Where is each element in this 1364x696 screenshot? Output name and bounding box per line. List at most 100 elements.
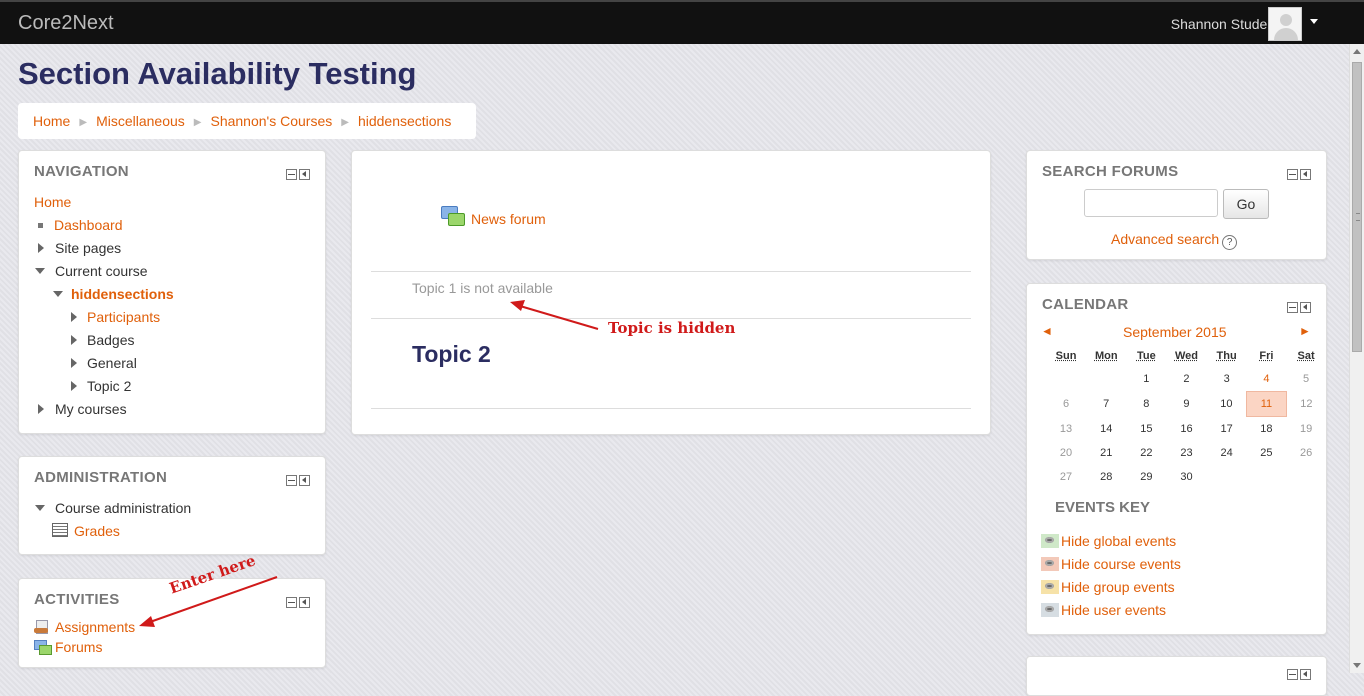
dock-icon[interactable] xyxy=(1300,169,1311,180)
calendar-day[interactable]: 10 xyxy=(1207,392,1247,417)
calendar-day[interactable]: 6 xyxy=(1046,392,1086,417)
site-brand[interactable]: Core2Next xyxy=(18,12,114,35)
minimize-icon[interactable] xyxy=(1287,169,1298,180)
minimize-icon[interactable] xyxy=(286,475,297,486)
go-button[interactable]: Go xyxy=(1223,189,1269,219)
nav-site-pages[interactable]: Site pages xyxy=(55,240,121,256)
nav-badges[interactable]: Badges xyxy=(87,332,134,348)
block-controls xyxy=(1285,300,1311,316)
calendar-empty-cell xyxy=(1207,465,1247,489)
calendar-day[interactable]: 27 xyxy=(1046,465,1086,489)
dock-icon[interactable] xyxy=(1300,302,1311,313)
calendar-day[interactable]: 2 xyxy=(1166,367,1206,392)
calendar-day[interactable]: 20 xyxy=(1046,441,1086,465)
events-key-item[interactable]: Hide group events xyxy=(1041,579,1175,595)
expand-icon[interactable] xyxy=(38,243,44,253)
calendar-day[interactable]: 3 xyxy=(1207,367,1247,392)
calendar-day[interactable]: 21 xyxy=(1086,441,1126,465)
calendar-day[interactable]: 28 xyxy=(1086,465,1126,489)
events-key-item[interactable]: Hide course events xyxy=(1041,556,1181,572)
breadcrumb-hiddensections[interactable]: hiddensections xyxy=(358,113,451,129)
events-key-item[interactable]: Hide global events xyxy=(1041,533,1176,549)
assignments-link[interactable]: Assignments xyxy=(55,619,135,635)
collapse-icon[interactable] xyxy=(53,291,63,297)
calendar-day[interactable]: 8 xyxy=(1126,392,1166,417)
page-scrollbar[interactable] xyxy=(1349,44,1364,673)
calendar-day[interactable]: 26 xyxy=(1286,441,1326,465)
calendar-day[interactable]: 24 xyxy=(1207,441,1247,465)
grades-link[interactable]: Grades xyxy=(74,523,120,539)
dock-icon[interactable] xyxy=(1300,669,1311,680)
collapse-icon[interactable] xyxy=(35,268,45,274)
minimize-icon[interactable] xyxy=(286,597,297,608)
calendar-day[interactable]: 14 xyxy=(1086,417,1126,442)
calendar-day[interactable]: 11 xyxy=(1247,392,1287,417)
nav-dashboard[interactable]: Dashboard xyxy=(54,217,123,233)
calendar-day[interactable]: 15 xyxy=(1126,417,1166,442)
calendar-day[interactable]: 19 xyxy=(1286,417,1326,442)
calendar-day[interactable]: 13 xyxy=(1046,417,1086,442)
calendar-day[interactable]: 1 xyxy=(1126,367,1166,392)
events-key-label[interactable]: Hide group events xyxy=(1061,579,1175,595)
calendar-day[interactable]: 12 xyxy=(1286,392,1326,417)
calendar-day[interactable]: 17 xyxy=(1207,417,1247,442)
news-forum-link[interactable]: News forum xyxy=(471,211,546,227)
forums-link[interactable]: Forums xyxy=(55,639,102,655)
user-name[interactable]: Shannon Student xyxy=(1171,16,1279,32)
calendar-day[interactable]: 25 xyxy=(1247,441,1287,465)
dock-icon[interactable] xyxy=(299,597,310,608)
expand-icon[interactable] xyxy=(71,335,77,345)
events-key-label[interactable]: Hide course events xyxy=(1061,556,1181,572)
eye-icon xyxy=(1041,603,1059,617)
calendar-day[interactable]: 9 xyxy=(1166,392,1206,417)
nav-participants[interactable]: Participants xyxy=(87,309,160,325)
calendar-day[interactable]: 23 xyxy=(1166,441,1206,465)
expand-icon[interactable] xyxy=(71,381,77,391)
dock-icon[interactable] xyxy=(299,169,310,180)
dock-icon[interactable] xyxy=(299,475,310,486)
minimize-icon[interactable] xyxy=(1287,302,1298,313)
minimize-icon[interactable] xyxy=(1287,669,1298,680)
advanced-search-link[interactable]: Advanced search xyxy=(1111,231,1219,247)
nav-course-administration[interactable]: Course administration xyxy=(55,500,191,516)
calendar-day[interactable]: 18 xyxy=(1247,417,1287,442)
nav-general[interactable]: General xyxy=(87,355,137,371)
events-key-title: EVENTS KEY xyxy=(1055,499,1150,516)
nav-my-courses[interactable]: My courses xyxy=(55,401,127,417)
avatar[interactable] xyxy=(1268,7,1302,41)
scroll-up-icon[interactable] xyxy=(1353,49,1361,54)
breadcrumb-home[interactable]: Home xyxy=(33,113,70,129)
calendar-day[interactable]: 22 xyxy=(1126,441,1166,465)
calendar-day[interactable]: 29 xyxy=(1126,465,1166,489)
nav-current-course[interactable]: Current course xyxy=(55,263,148,279)
nav-course-hiddensections[interactable]: hiddensections xyxy=(71,286,174,302)
calendar-day[interactable]: 30 xyxy=(1166,465,1206,489)
breadcrumb-miscellaneous[interactable]: Miscellaneous xyxy=(96,113,185,129)
events-key-label[interactable]: Hide global events xyxy=(1061,533,1176,549)
calendar-prev-month[interactable]: ◄ xyxy=(1041,324,1053,338)
expand-icon[interactable] xyxy=(71,312,77,322)
search-forums-input[interactable] xyxy=(1084,189,1218,217)
calendar-day[interactable]: 16 xyxy=(1166,417,1206,442)
expand-icon[interactable] xyxy=(38,404,44,414)
breadcrumb-shannons-courses[interactable]: Shannon's Courses xyxy=(210,113,332,129)
calendar-day[interactable]: 4 xyxy=(1247,367,1287,392)
minimize-icon[interactable] xyxy=(286,169,297,180)
calendar-next-month[interactable]: ► xyxy=(1299,324,1311,338)
calendar-day[interactable]: 7 xyxy=(1086,392,1126,417)
course-content: News forum Topic 1 is not available Topi… xyxy=(351,150,991,435)
user-menu-caret-icon[interactable] xyxy=(1310,19,1318,24)
expand-icon[interactable] xyxy=(71,358,77,368)
nav-topic-2[interactable]: Topic 2 xyxy=(87,378,131,394)
scroll-thumb[interactable] xyxy=(1352,62,1362,352)
help-icon[interactable]: ? xyxy=(1222,235,1237,250)
nav-home[interactable]: Home xyxy=(34,194,71,210)
calendar-day[interactable]: 5 xyxy=(1286,367,1326,392)
calendar-day-header: Thu xyxy=(1207,345,1247,367)
events-key-label[interactable]: Hide user events xyxy=(1061,602,1166,618)
calendar-month-title[interactable]: September 2015 xyxy=(1123,324,1227,340)
collapse-icon[interactable] xyxy=(35,505,45,511)
scroll-down-icon[interactable] xyxy=(1353,663,1361,668)
calendar-title: CALENDAR xyxy=(1042,296,1129,313)
events-key-item[interactable]: Hide user events xyxy=(1041,602,1166,618)
